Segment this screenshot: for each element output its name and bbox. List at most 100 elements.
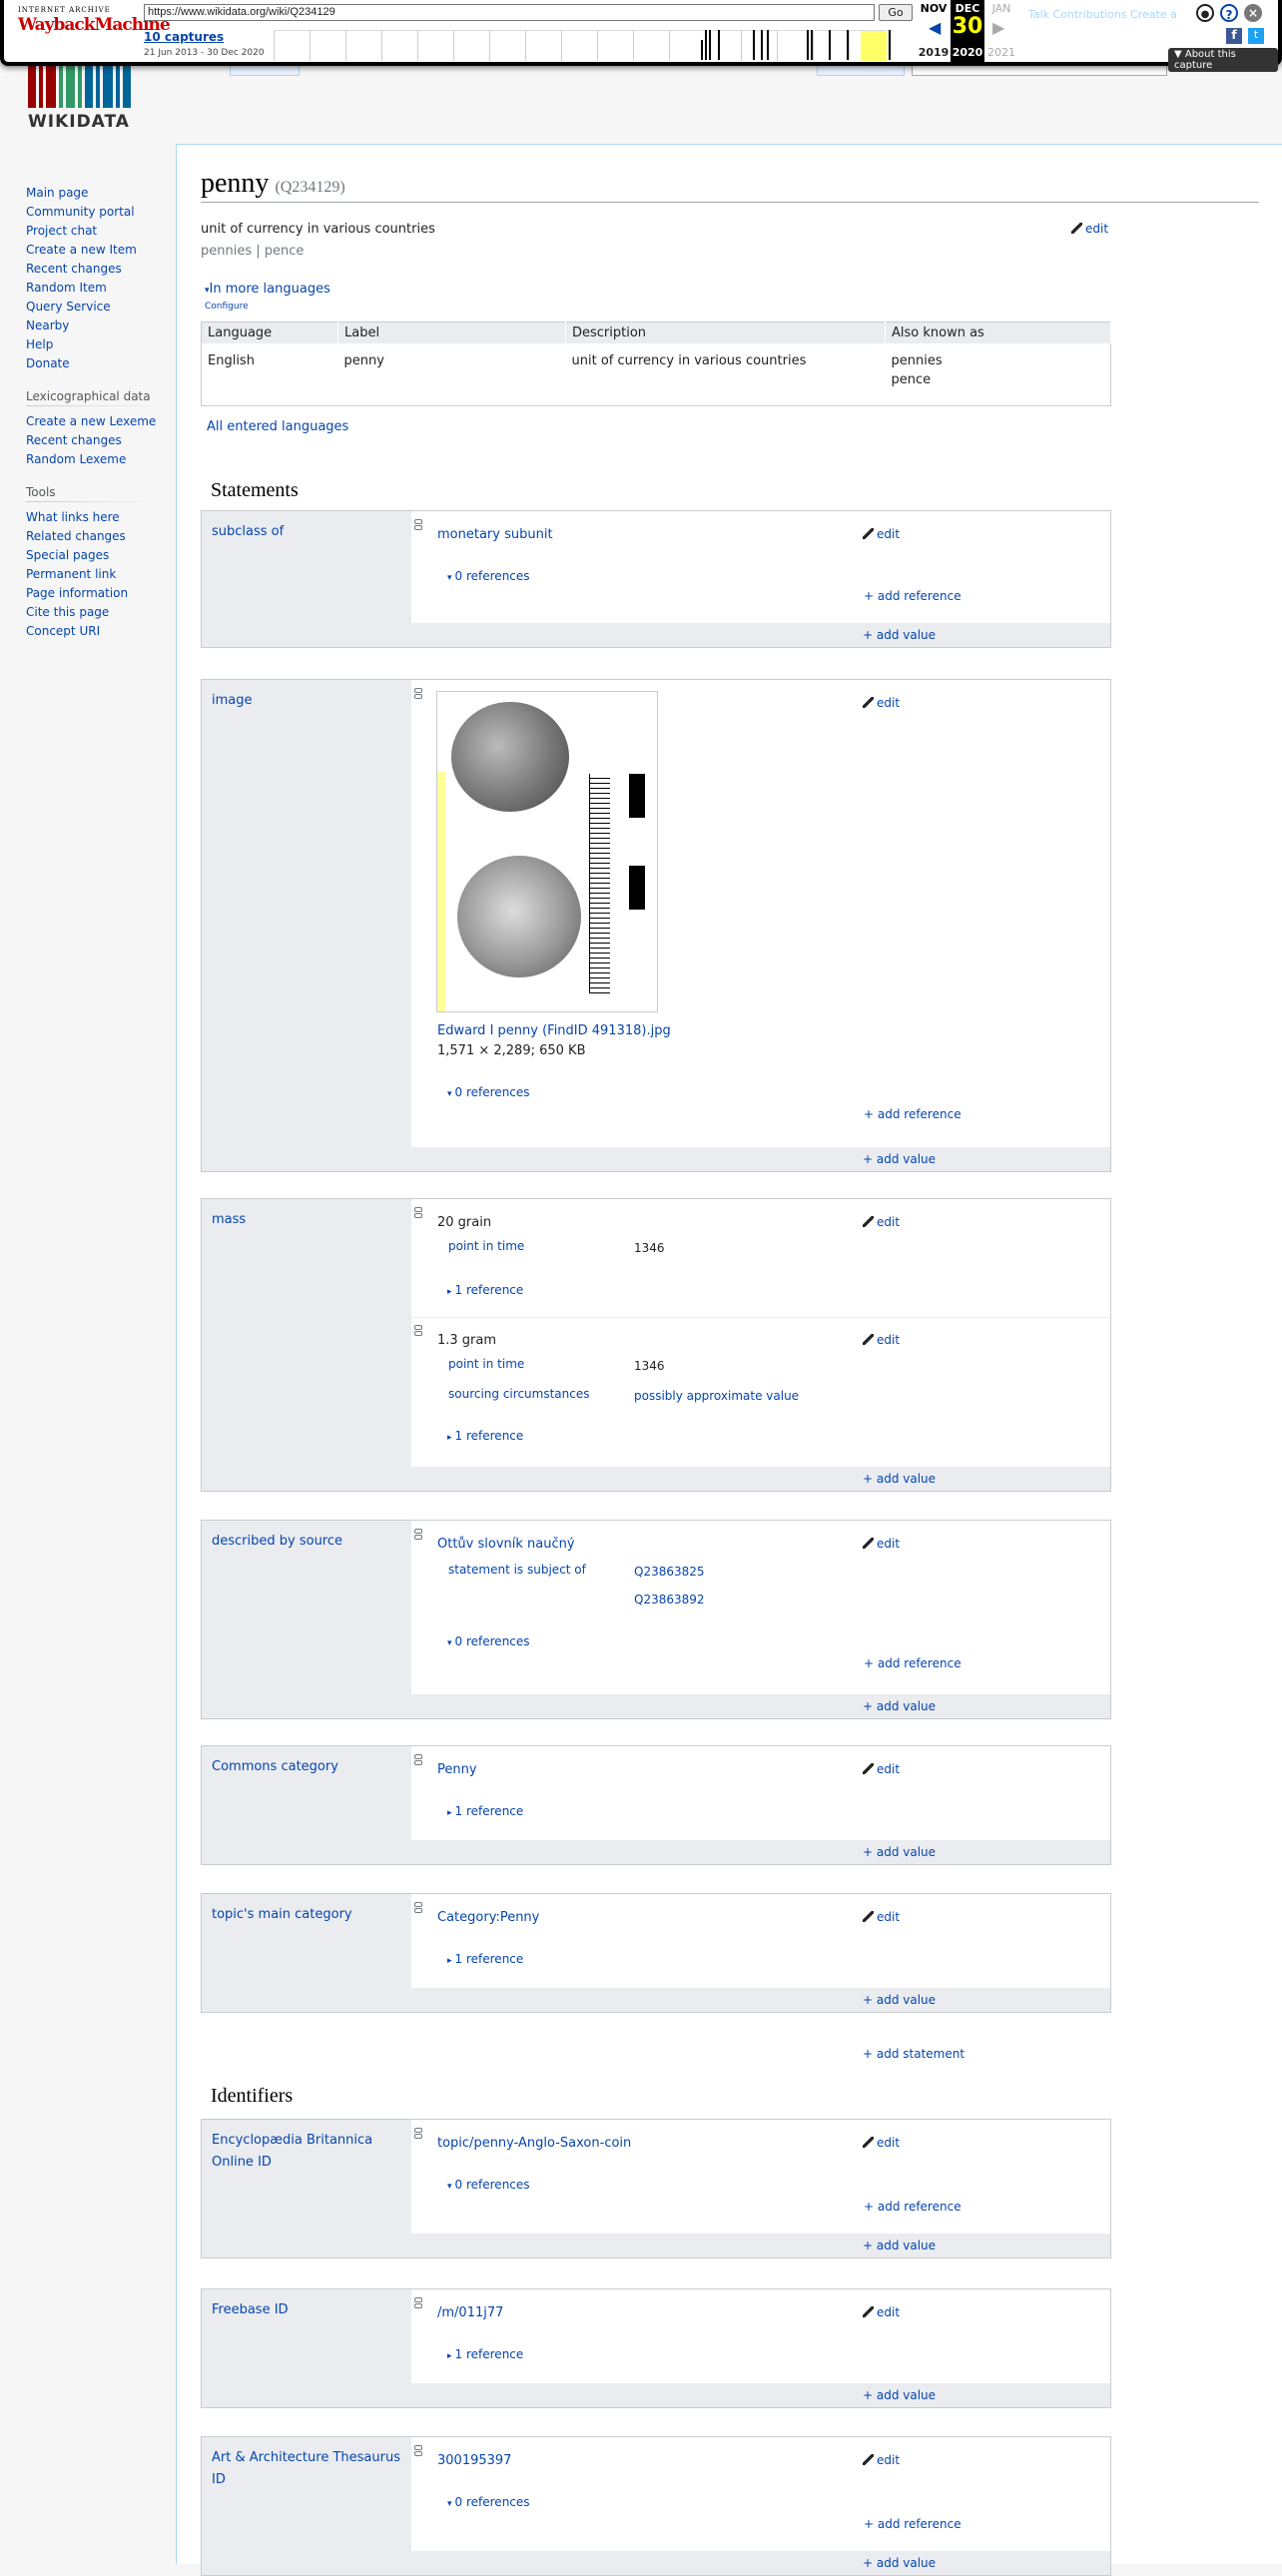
image-file-link[interactable]: Edward I penny (FindID 491318).jpg [437, 1023, 671, 1038]
qualifier-value[interactable]: Q23863825 [634, 1565, 705, 1579]
add-value-link[interactable]: + add value [411, 2551, 1110, 2575]
help-icon[interactable]: ? [1220, 4, 1238, 22]
statement-value[interactable]: Category:Penny [437, 1910, 539, 1925]
all-languages-link[interactable]: All entered languages [207, 419, 348, 434]
add-value-link[interactable]: + add value [411, 1694, 1110, 1718]
configure-link[interactable]: Configure [205, 302, 249, 312]
facebook-icon[interactable]: f [1226, 28, 1242, 44]
prev-capture-arrow-icon[interactable]: ◀ [929, 18, 941, 37]
property-link[interactable]: topic's main category [202, 1894, 411, 1936]
year-prev[interactable]: 2019 [917, 46, 951, 59]
rank-selector-icon[interactable] [414, 1754, 422, 1772]
property-link[interactable]: Art & Architecture Thesaurus ID [202, 2437, 411, 2501]
coin-image[interactable] [436, 691, 658, 1012]
property-link[interactable]: subclass of [202, 511, 411, 553]
rank-selector-icon[interactable] [414, 1325, 422, 1343]
property-link[interactable]: image [202, 680, 411, 722]
sidebar-link[interactable]: Related changes [26, 529, 126, 543]
add-reference-link[interactable]: + add reference [864, 2200, 962, 2214]
references-toggle[interactable]: ▸ 1 reference [447, 1283, 523, 1297]
edit-link[interactable]: edit [863, 2136, 900, 2150]
sidebar-link[interactable]: Recent changes [26, 433, 122, 447]
sidebar-link[interactable]: Cite this page [26, 605, 109, 619]
sidebar-link[interactable]: Create a new Item [26, 243, 137, 257]
add-statement-link[interactable]: + add statement [863, 2047, 964, 2061]
sidebar-link[interactable]: Permanent link [26, 567, 116, 581]
add-reference-link[interactable]: + add reference [864, 1107, 962, 1121]
property-link[interactable]: Commons category [202, 1746, 411, 1788]
sidebar-link[interactable]: Project chat [26, 224, 97, 238]
references-toggle[interactable]: ▸ 1 reference [447, 1952, 523, 1966]
cell-label[interactable]: penny [338, 343, 566, 405]
sidebar-link[interactable]: Create a new Lexeme [26, 414, 156, 428]
references-toggle[interactable]: ▸ 1 reference [447, 1804, 523, 1818]
qualifier-property[interactable]: point in time [448, 1357, 524, 1371]
references-toggle[interactable]: ▾ 0 references [447, 1085, 530, 1099]
sidebar-link[interactable]: What links here [26, 510, 120, 524]
add-value-link[interactable]: + add value [411, 623, 1110, 647]
user-icon[interactable]: ● [1196, 4, 1214, 22]
references-toggle[interactable]: ▾ 0 references [447, 2178, 530, 2192]
sidebar-link[interactable]: Random Lexeme [26, 452, 126, 466]
sidebar-link[interactable]: Nearby [26, 319, 69, 332]
edit-link[interactable]: edit [863, 1762, 900, 1776]
qualifier-property[interactable]: statement is subject of [448, 1563, 586, 1577]
month-prev[interactable]: NOV [917, 2, 951, 15]
edit-link[interactable]: edit [863, 1537, 900, 1551]
edit-link[interactable]: edit [863, 1910, 900, 1924]
property-link[interactable]: described by source [202, 1521, 411, 1563]
edit-link[interactable]: edit [863, 1215, 900, 1229]
rank-selector-icon[interactable] [414, 1529, 422, 1547]
sidebar-link[interactable]: Recent changes [26, 262, 122, 276]
property-link[interactable]: Freebase ID [202, 2289, 411, 2331]
cell-description[interactable]: unit of currency in various countries [566, 343, 886, 405]
property-link[interactable]: Encyclopædia Britannica Online ID [202, 2120, 411, 2184]
add-reference-link[interactable]: + add reference [864, 2517, 962, 2531]
qualifier-property[interactable]: sourcing circumstances [448, 1387, 589, 1401]
edit-link[interactable]: edit [863, 696, 900, 710]
add-value-link[interactable]: + add value [411, 1147, 1110, 1171]
qualifier-value[interactable]: Q23863892 [634, 1593, 705, 1607]
wayback-url-input[interactable]: https://www.wikidata.org/wiki/Q234129 [144, 4, 875, 21]
rank-selector-icon[interactable] [414, 519, 422, 537]
edit-link[interactable]: edit [863, 527, 900, 541]
wayback-go-button[interactable]: Go [879, 4, 913, 21]
sidebar-link[interactable]: Special pages [26, 548, 109, 562]
rank-selector-icon[interactable] [414, 688, 422, 706]
references-toggle[interactable]: ▸ 1 reference [447, 1429, 523, 1443]
qualifier-value[interactable]: possibly approximate value [634, 1389, 799, 1403]
add-reference-link[interactable]: + add reference [864, 1656, 962, 1670]
references-toggle[interactable]: ▸ 1 reference [447, 2347, 523, 2361]
captures-link[interactable]: 10 captures [144, 30, 224, 44]
rank-selector-icon[interactable] [414, 2445, 422, 2463]
cell-aliases[interactable]: pennies pence [886, 343, 1111, 405]
statement-value[interactable]: Ottův slovník naučný [437, 1537, 575, 1552]
rank-selector-icon[interactable] [414, 2128, 422, 2146]
sidebar-link[interactable]: Page information [26, 586, 128, 600]
add-value-link[interactable]: + add value [411, 1840, 1110, 1864]
edit-link[interactable]: edit [863, 1333, 900, 1347]
wayback-logo[interactable]: INTERNET ARCHIVE WaybackMachine [18, 6, 171, 46]
rank-selector-icon[interactable] [414, 1902, 422, 1920]
close-icon[interactable]: × [1244, 4, 1262, 22]
sidebar-link[interactable]: Donate [26, 356, 70, 370]
sidebar-link[interactable]: Query Service [26, 300, 111, 314]
sidebar-link[interactable]: Main page [26, 186, 88, 200]
sidebar-link[interactable]: Help [26, 337, 53, 351]
about-capture-button[interactable]: ▼ About this capture [1168, 48, 1278, 72]
add-value-link[interactable]: + add value [411, 2234, 1110, 2257]
qualifier-property[interactable]: point in time [448, 1239, 524, 1253]
edit-link[interactable]: edit [863, 2305, 900, 2319]
add-value-link[interactable]: + add value [411, 2383, 1110, 2407]
references-toggle[interactable]: ▾ 0 references [447, 1634, 530, 1648]
sidebar-link[interactable]: Community portal [26, 205, 135, 219]
statement-value[interactable]: Penny [437, 1762, 477, 1777]
sidebar-link[interactable]: Concept URI [26, 624, 100, 638]
statement-value[interactable]: monetary subunit [437, 527, 553, 542]
add-value-link[interactable]: + add value [411, 1988, 1110, 2012]
sidebar-link[interactable]: Random Item [26, 281, 107, 295]
statement-value[interactable]: 300195397 [437, 2453, 511, 2468]
edit-link[interactable]: edit [863, 2453, 900, 2467]
references-toggle[interactable]: ▾ 0 references [447, 569, 530, 583]
header-edit-link[interactable]: edit [1071, 222, 1108, 236]
